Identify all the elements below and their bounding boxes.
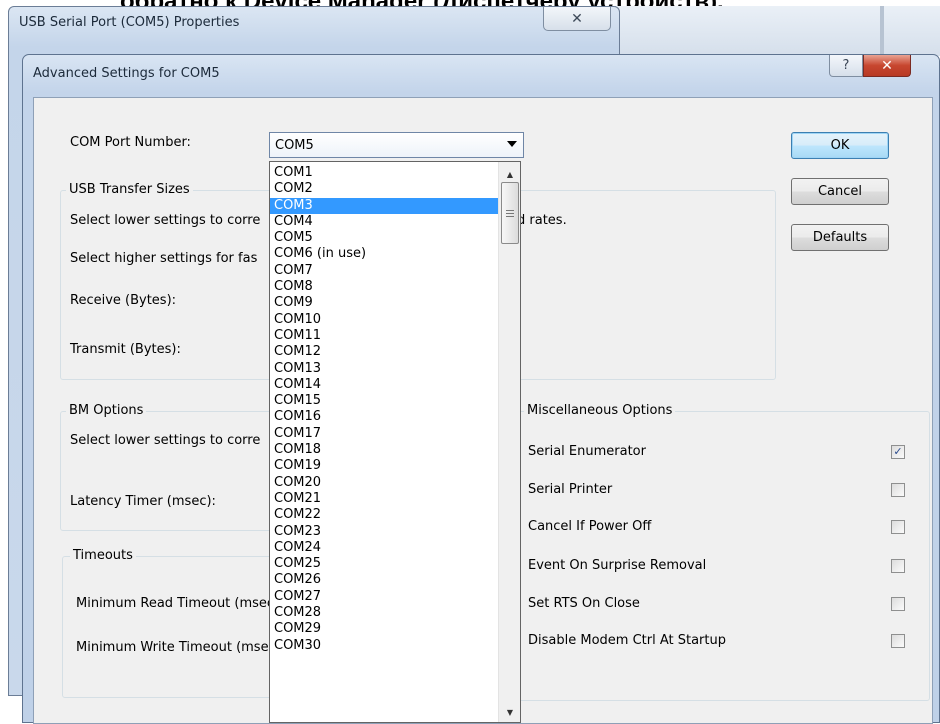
dropdown-option[interactable]: COM8 [270, 279, 498, 295]
min-read-timeout-label: Minimum Read Timeout (msec [76, 596, 275, 611]
close-icon: ✕ [881, 57, 893, 74]
cancel-button[interactable]: Cancel [791, 178, 889, 205]
dropdown-option[interactable]: COM2 [270, 181, 498, 197]
misc-option-label: Serial Printer [528, 482, 613, 497]
dropdown-option[interactable]: COM26 [270, 572, 498, 588]
bm-options-line1: Select lower settings to corre [70, 433, 261, 448]
usb-transfer-line1: Select lower settings to corre [70, 213, 261, 228]
dropdown-option[interactable]: COM27 [270, 589, 498, 605]
dropdown-option[interactable]: COM14 [270, 377, 498, 393]
background-window-edge [880, 6, 884, 56]
event-on-surprise-removal-checkbox[interactable] [891, 559, 905, 573]
dropdown-option[interactable]: COM19 [270, 458, 498, 474]
min-write-timeout-label: Minimum Write Timeout (mse [76, 640, 269, 655]
dropdown-option[interactable]: COM7 [270, 263, 498, 279]
parent-window-title: USB Serial Port (COM5) Properties [19, 15, 240, 30]
latency-timer-label: Latency Timer (msec): [70, 494, 216, 509]
misc-option-label: Cancel If Power Off [528, 519, 652, 534]
dropdown-option[interactable]: COM9 [270, 295, 498, 311]
serial-printer-checkbox[interactable] [891, 483, 905, 497]
dropdown-scrollbar[interactable]: ▲ ▼ [498, 162, 520, 722]
com-port-dropdown-list[interactable]: COM1 COM2 COM3 COM4 COM5 COM6 (in use) COM7 COM… [269, 161, 521, 723]
com-port-label: COM Port Number: [70, 135, 191, 150]
dropdown-option[interactable]: COM13 [270, 361, 498, 377]
combo-selected-value: COM5 [275, 137, 314, 153]
scroll-down-icon[interactable]: ▼ [502, 704, 518, 720]
dropdown-option[interactable]: COM22 [270, 507, 498, 523]
help-button[interactable]: ? [829, 55, 863, 77]
misc-options-caption: Miscellaneous Options [524, 403, 676, 418]
transmit-bytes-label: Transmit (Bytes): [70, 342, 181, 357]
dropdown-option[interactable]: COM15 [270, 393, 498, 409]
help-icon: ? [842, 58, 850, 73]
misc-option-label: Disable Modem Ctrl At Startup [528, 633, 726, 648]
dropdown-option[interactable]: COM23 [270, 524, 498, 540]
cancel-if-power-off-checkbox[interactable] [891, 520, 905, 534]
usb-transfer-line2: Select higher settings for fas [70, 251, 258, 266]
background-window [615, 6, 940, 56]
grip-icon [506, 209, 514, 217]
dropdown-option[interactable]: COM3 [270, 197, 498, 214]
bm-options-caption: BM Options [66, 403, 147, 418]
scrollbar-thumb[interactable] [501, 182, 519, 244]
serial-enumerator-checkbox[interactable]: ✓ [891, 445, 905, 459]
dropdown-option[interactable]: COM12 [270, 344, 498, 360]
dropdown-option[interactable]: COM6 (in use) [270, 246, 498, 262]
parent-close-button[interactable]: ✕ [543, 7, 611, 31]
dropdown-option[interactable]: COM10 [270, 312, 498, 328]
dropdown-option[interactable]: COM25 [270, 556, 498, 572]
dropdown-option[interactable]: COM28 [270, 605, 498, 621]
close-icon: ✕ [571, 10, 583, 27]
disable-modem-ctrl-checkbox[interactable] [891, 634, 905, 648]
dropdown-option[interactable]: COM29 [270, 621, 498, 637]
defaults-button[interactable]: Defaults [791, 224, 889, 251]
set-rts-on-close-checkbox[interactable] [891, 597, 905, 611]
receive-bytes-label: Receive (Bytes): [70, 293, 177, 308]
dropdown-option[interactable]: COM20 [270, 475, 498, 491]
com-port-combo[interactable]: COM5 [269, 132, 524, 158]
usb-transfer-line1-tail: d rates. [517, 213, 567, 228]
misc-option-label: Event On Surprise Removal [528, 558, 707, 573]
dropdown-option[interactable]: COM11 [270, 328, 498, 344]
timeouts-caption: Timeouts [70, 548, 136, 563]
usb-transfer-caption: USB Transfer Sizes [66, 182, 193, 197]
dropdown-option[interactable]: COM1 [270, 165, 498, 181]
dropdown-option[interactable]: COM4 [270, 214, 498, 230]
scroll-up-icon[interactable]: ▲ [502, 166, 518, 182]
dialog-close-button[interactable]: ✕ [863, 55, 911, 77]
dropdown-option[interactable]: COM16 [270, 409, 498, 425]
dropdown-option[interactable]: COM21 [270, 491, 498, 507]
dialog-title: Advanced Settings for COM5 [33, 66, 220, 81]
chevron-down-icon[interactable] [507, 141, 517, 147]
misc-option-label: Serial Enumerator [528, 444, 646, 459]
dropdown-items: COM1 COM2 COM3 COM4 COM5 COM6 (in use) COM7 COM… [270, 165, 498, 654]
dropdown-option[interactable]: COM17 [270, 426, 498, 442]
ok-button[interactable]: OK [791, 132, 889, 159]
dropdown-option[interactable]: COM24 [270, 540, 498, 556]
misc-option-label: Set RTS On Close [528, 596, 640, 611]
dropdown-option[interactable]: COM5 [270, 230, 498, 246]
check-icon: ✓ [893, 445, 903, 458]
dropdown-option[interactable]: COM30 [270, 638, 498, 654]
dropdown-option[interactable]: COM18 [270, 442, 498, 458]
